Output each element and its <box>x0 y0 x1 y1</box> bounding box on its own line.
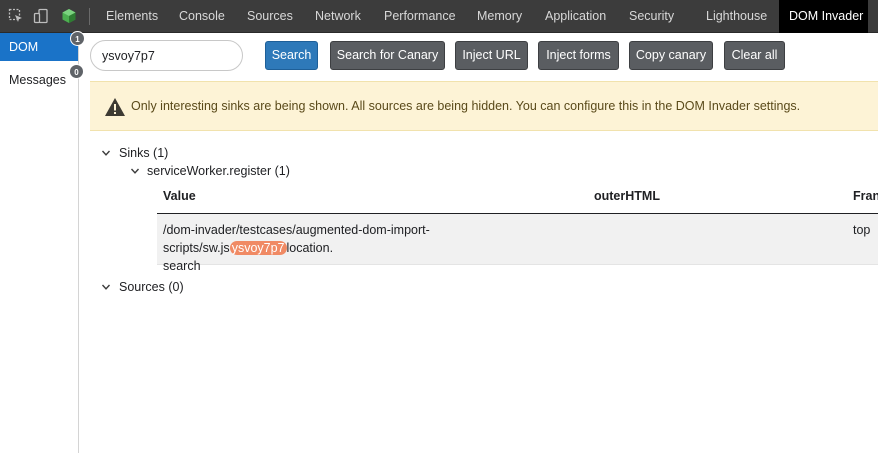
column-header-value[interactable]: Value <box>163 189 196 203</box>
tab-network[interactable]: Network <box>306 0 370 33</box>
copy-canary-button[interactable]: Copy canary <box>629 41 713 70</box>
warning-message: Only interesting sinks are being shown. … <box>131 99 801 113</box>
search-button[interactable]: Search <box>265 41 318 70</box>
tab-elements[interactable]: Elements <box>97 0 167 33</box>
tab-application[interactable]: Application <box>536 0 615 33</box>
chevron-down-icon[interactable] <box>101 148 111 158</box>
column-header-outerhtml[interactable]: outerHTML <box>594 189 660 203</box>
sidebar-item-messages[interactable]: Messages <box>0 66 78 94</box>
messages-count-badge: 0 <box>69 64 84 79</box>
sidebar-item-dom[interactable]: DOM <box>0 33 78 61</box>
sink-group-toggle[interactable]: serviceWorker.register (1) <box>147 164 290 178</box>
sink-frame-cell: top <box>853 223 871 237</box>
tab-console[interactable]: Console <box>170 0 234 33</box>
tab-performance[interactable]: Performance <box>375 0 465 33</box>
sidebar-item-label: Messages <box>9 73 66 87</box>
sidebar-item-label: DOM <box>9 40 39 54</box>
clear-all-button[interactable]: Clear all <box>724 41 785 70</box>
warning-icon <box>105 98 125 116</box>
canary-highlight: ysvoy7p7 <box>229 241 287 255</box>
dom-invader-sidebar: DOM Messages <box>0 33 79 453</box>
tab-sources[interactable]: Sources <box>238 0 302 33</box>
device-toolbar-icon[interactable] <box>33 8 49 24</box>
chevron-down-icon[interactable] <box>101 282 111 292</box>
sources-section-toggle[interactable]: Sources (0) <box>119 280 184 294</box>
inject-forms-button[interactable]: Inject forms <box>538 41 619 70</box>
sink-value-continuation: search <box>163 259 201 273</box>
sink-value-suffix: location. <box>286 241 334 255</box>
chevron-down-icon[interactable] <box>130 166 140 176</box>
devtools-tab-bar: Elements Console Sources Network Perform… <box>0 0 878 33</box>
column-header-frame[interactable]: Fran <box>853 189 878 203</box>
dom-invader-extension-icon[interactable] <box>61 8 77 24</box>
tab-lighthouse[interactable]: Lighthouse <box>697 0 776 33</box>
sink-value-cell: /dom-invader/testcases/augmented-dom-imp… <box>163 221 593 275</box>
tab-security[interactable]: Security <box>620 0 683 33</box>
tab-dom-invader[interactable]: DOM Invader <box>779 0 868 33</box>
sinks-filter-warning: Only interesting sinks are being shown. … <box>90 81 878 131</box>
sinks-section-toggle[interactable]: Sinks (1) <box>119 146 168 160</box>
canary-search-input[interactable] <box>90 40 243 71</box>
search-for-canary-button[interactable]: Search for Canary <box>330 41 445 70</box>
inject-url-button[interactable]: Inject URL <box>455 41 528 70</box>
inspect-element-icon[interactable] <box>8 8 24 24</box>
dom-count-badge: 1 <box>70 31 85 46</box>
tab-memory[interactable]: Memory <box>468 0 531 33</box>
toolbar-divider <box>89 8 90 25</box>
